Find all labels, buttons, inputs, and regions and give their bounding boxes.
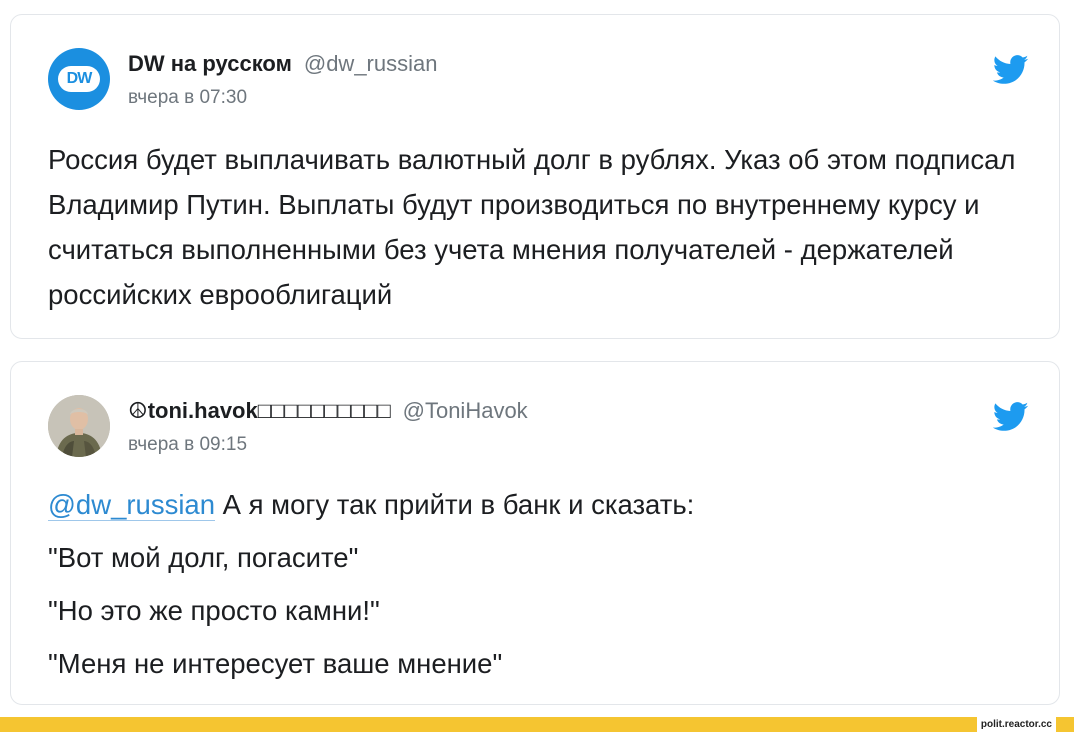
site-watermark[interactable]: polit.reactor.cc [976,717,1056,732]
tweet-line: @dw_russian А я могу так прийти в банк и… [48,482,1038,535]
avatar[interactable] [48,395,110,457]
tweet-card-reply: ☮toni.havok□□□□□□□□□□ @ToniHavok вчера в … [10,361,1060,705]
brand-bar: polit.reactor.cc [0,717,1074,732]
tweet-line-text: А я могу так прийти в банк и сказать: [215,489,695,520]
author-handle[interactable]: @dw_russian [304,51,438,76]
mention-link[interactable]: @dw_russian [48,489,216,521]
tweet-line: "Меня не интересует ваше мнение" [48,648,503,679]
tweet-timestamp[interactable]: вчера в 07:30 [128,87,247,109]
tweet-text: @dw_russian А я могу так прийти в банк и… [48,482,1038,694]
author-line: DW на русском @dw_russian [128,51,437,77]
tweet-card-dw: DW DW на русском @dw_russian вчера в 07:3… [10,14,1060,339]
author-name[interactable]: DW на русском [128,51,292,76]
author-handle[interactable]: @ToniHavok [403,398,528,423]
tweet-text: Россия будет выплачивать валютный долг в… [48,144,1016,310]
user-photo [48,395,110,457]
dw-logo: DW [58,66,100,92]
twitter-bird-icon[interactable] [993,55,1029,85]
tweet-timestamp[interactable]: вчера в 09:15 [128,434,247,456]
author-name[interactable]: ☮toni.havok□□□□□□□□□□ [128,398,391,423]
author-line: ☮toni.havok□□□□□□□□□□ @ToniHavok [128,398,528,424]
tweet-line: "Вот мой долг, погасите" [48,542,359,573]
twitter-bird-icon[interactable] [993,402,1029,432]
tweet-line: "Но это же просто камни!" [48,595,380,626]
avatar[interactable]: DW [48,48,110,110]
